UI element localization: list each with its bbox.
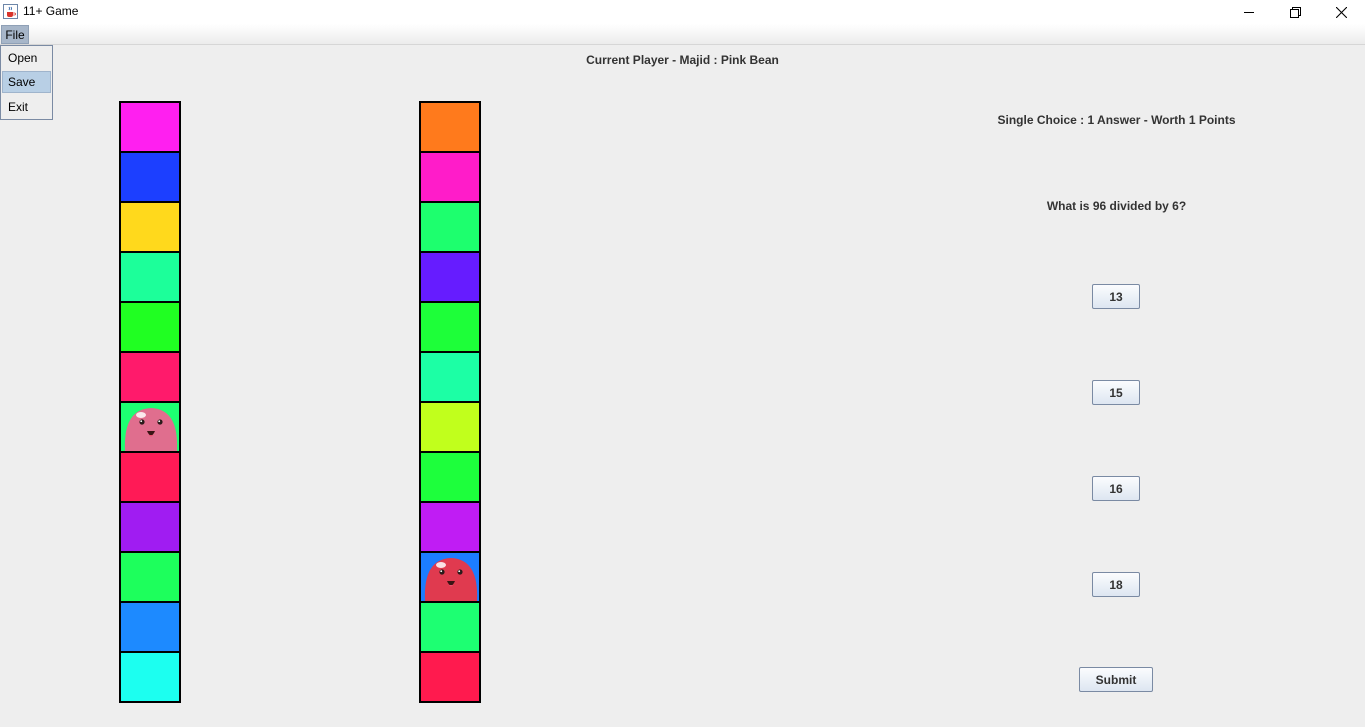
board-cell xyxy=(421,553,479,601)
board-cell xyxy=(421,653,479,701)
board-cell xyxy=(121,353,179,401)
player-board-left xyxy=(119,101,181,703)
board-cell xyxy=(121,103,179,151)
answer-button-4[interactable]: 18 xyxy=(1092,572,1140,597)
restore-button[interactable] xyxy=(1272,0,1318,24)
close-icon xyxy=(1335,6,1347,18)
board-cell xyxy=(121,253,179,301)
board-cell xyxy=(421,503,479,551)
board-cell xyxy=(121,503,179,551)
board-cell xyxy=(121,603,179,651)
board-cell xyxy=(421,353,479,401)
answer-button-2[interactable]: 15 xyxy=(1092,380,1140,405)
menu-bar: File xyxy=(0,24,1365,45)
board-cell xyxy=(121,453,179,501)
close-button[interactable] xyxy=(1318,0,1364,24)
question-text: What is 96 divided by 6? xyxy=(1046,199,1187,213)
board-cell xyxy=(421,303,479,351)
board-cell xyxy=(121,153,179,201)
window-title: 11+ Game xyxy=(23,4,79,18)
board-cell xyxy=(121,653,179,701)
board-cell xyxy=(121,403,179,451)
board-cell xyxy=(421,603,479,651)
menu-item-open[interactable]: Open xyxy=(2,47,51,69)
board-cell xyxy=(421,253,479,301)
player-board-right xyxy=(419,101,481,703)
red-bean-avatar-icon xyxy=(424,558,478,601)
submit-button[interactable]: Submit xyxy=(1079,667,1153,692)
board-cell xyxy=(121,553,179,601)
file-menu-dropdown: Open Save Exit xyxy=(0,45,53,120)
question-type-label: Single Choice : 1 Answer - Worth 1 Point… xyxy=(997,113,1236,127)
menu-item-save[interactable]: Save xyxy=(2,71,51,93)
board-cell xyxy=(421,403,479,451)
title-bar: 11+ Game xyxy=(0,0,1365,24)
board-cell xyxy=(121,303,179,351)
board-cell xyxy=(121,203,179,251)
java-coffee-cup-icon xyxy=(3,4,18,19)
minimize-button[interactable] xyxy=(1226,0,1272,24)
game-window: 11+ Game File Open Save Exit Current Pla… xyxy=(0,0,1365,727)
current-player-label: Current Player - Majid : Pink Bean xyxy=(586,53,779,67)
menu-item-exit[interactable]: Exit xyxy=(2,96,51,118)
board-cell xyxy=(421,453,479,501)
board-cell xyxy=(421,103,479,151)
board-cell xyxy=(421,153,479,201)
restore-icon xyxy=(1289,6,1301,18)
file-menu[interactable]: File xyxy=(1,25,29,44)
pink-bean-avatar-icon xyxy=(124,408,178,451)
minimize-icon xyxy=(1244,12,1254,13)
answer-button-1[interactable]: 13 xyxy=(1092,284,1140,309)
answer-button-3[interactable]: 16 xyxy=(1092,476,1140,501)
board-cell xyxy=(421,203,479,251)
